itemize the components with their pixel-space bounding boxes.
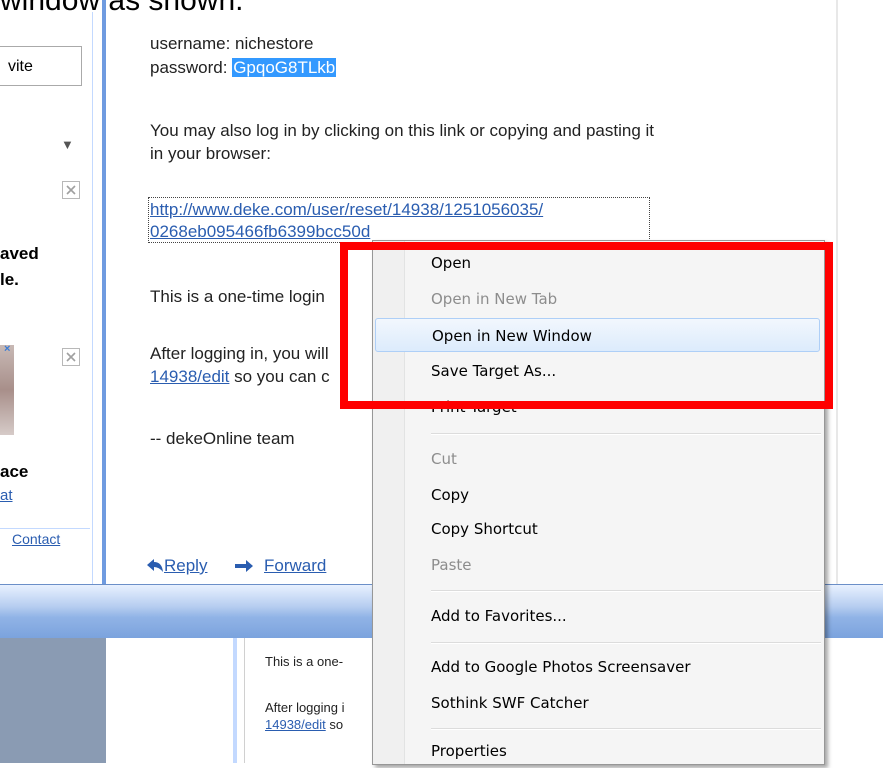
menu-item-open-in-new-tab[interactable]: Open in New Tab [375,282,820,316]
body-text: This is a one-time login [150,287,325,306]
body-text: You may also log in by clicking on this … [150,121,654,140]
body-text: 14938/edit so you can c [150,367,330,387]
menu-item-save-target-as[interactable]: Save Target As... [375,354,820,388]
menu-item-copy-shortcut[interactable]: Copy Shortcut [375,512,820,546]
reset-link[interactable]: 0268eb095466fb6399bcc50d [150,222,370,242]
sidebar [0,12,93,584]
menu-separator [431,590,821,592]
menu-item-cut[interactable]: Cut [375,442,820,476]
context-menu: Open Open in New Tab Open in New Window … [372,240,825,765]
menu-separator [431,433,821,435]
close-icon[interactable] [62,348,80,366]
lower-text: This is a one- [265,654,344,669]
username-line: username: nichestore [150,34,314,53]
menu-item-add-to-favorites[interactable]: Add to Favorites... [375,599,820,633]
reply-link[interactable]: Reply [164,556,207,576]
body-text: After logging in, you will [150,344,329,363]
menu-separator [431,642,821,644]
menu-item-copy[interactable]: Copy [375,478,820,512]
password-label: password: [150,58,233,77]
lower-sidebar [0,638,106,763]
menu-item-print-target[interactable]: Print Target [375,390,820,424]
close-icon[interactable] [62,181,80,199]
lower-text: After logging i [265,700,345,715]
sidebar-text-fragment: ace [0,462,29,481]
reset-link-line2[interactable]: 0268eb095466fb6399bcc50d [150,222,370,241]
signature: -- dekeOnline team [150,429,295,448]
sidebar-text-fragment: aved [0,244,39,263]
body-text: in your browser: [150,144,271,163]
menu-item-open[interactable]: Open [375,246,820,280]
menu-separator [431,728,821,730]
sidebar-text-fragment: le. [0,270,19,289]
contact-link[interactable]: Contact [12,531,60,547]
menu-item-sothink-swf-catcher[interactable]: Sothink SWF Catcher [375,686,820,720]
menu-item-add-to-google-photos-screensaver[interactable]: Add to Google Photos Screensaver [375,650,820,684]
menu-item-open-in-new-window[interactable]: Open in New Window [375,318,820,352]
lower-message-border [233,638,237,763]
lower-text: so [325,717,344,732]
password-line: password: GpqoG8TLkb [150,58,337,78]
body-text: so you can c [229,367,330,386]
reset-link[interactable]: http://www.deke.com/user/reset/14938/125… [150,200,543,220]
reply-arrow-icon [147,559,163,572]
sidebar-link[interactable]: at [0,487,13,504]
sidebar-thumbnail [0,345,14,435]
lower-edit-link[interactable]: 14938/edit [265,717,326,732]
message-border [836,0,838,584]
sidebar-input[interactable]: vite [0,46,82,86]
forward-arrow-icon [235,560,253,572]
password-value[interactable]: GpqoG8TLkb [232,58,337,77]
lower-text: 14938/edit so [265,717,343,732]
edit-link[interactable]: 14938/edit [150,367,229,386]
forward-link[interactable]: Forward [264,556,326,576]
reset-link-line1[interactable]: http://www.deke.com/user/reset/14938/125… [150,200,543,219]
close-icon[interactable]: × [4,343,10,355]
chevron-down-icon[interactable]: ▼ [61,137,74,152]
menu-item-paste[interactable]: Paste [375,548,820,582]
message-actions: Reply Forward [146,556,346,580]
